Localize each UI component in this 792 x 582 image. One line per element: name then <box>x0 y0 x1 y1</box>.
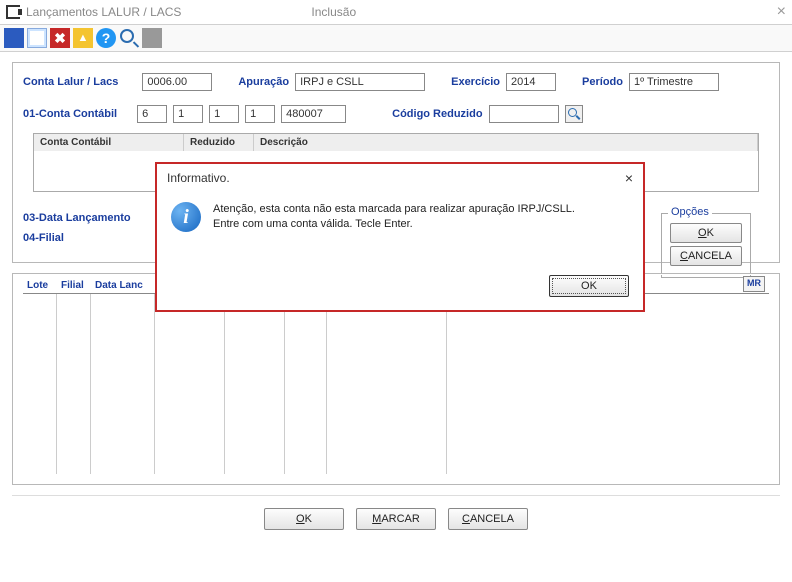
label-apuracao: Apuração <box>238 76 289 88</box>
modal-ok-button[interactable]: OK <box>549 275 629 297</box>
label-codigo-reduzido: Código Reduzido <box>392 108 482 120</box>
subhdr-reduzido: Reduzido <box>184 134 254 151</box>
field-cc-p2[interactable]: 1 <box>173 105 203 123</box>
grid-mr-button[interactable]: MR <box>743 276 765 292</box>
lookup-codigo-icon[interactable] <box>565 105 583 123</box>
field-periodo[interactable]: 1º Trimestre <box>629 73 719 91</box>
modal-line1: Atenção, esta conta não esta marcada par… <box>213 202 575 217</box>
field-cc-p3[interactable]: 1 <box>209 105 239 123</box>
field-apuracao[interactable]: IRPJ e CSLL <box>295 73 425 91</box>
field-exercicio[interactable]: 2014 <box>506 73 556 91</box>
window-title: Lançamentos LALUR / LACS <box>26 5 181 19</box>
label-conta-lalur: Conta Lalur / Lacs <box>23 76 118 88</box>
options-box: Opções OK CANCELA <box>661 213 751 278</box>
toolbar-search-icon[interactable] <box>119 28 139 48</box>
label-conta-contabil: 01-Conta Contábil <box>23 108 117 120</box>
field-conta-lalur[interactable]: 0006.00 <box>142 73 212 91</box>
label-exercicio: Exercício <box>451 76 500 88</box>
window-titlebar: Lançamentos LALUR / LACS Inclusão × <box>0 0 792 24</box>
toolbar: ✖ ▲ ? <box>0 24 792 52</box>
options-legend: Opções <box>668 206 712 218</box>
toolbar-app-icon[interactable] <box>4 28 24 48</box>
modal-line2: Entre com uma conta válida. Tecle Enter. <box>213 217 575 232</box>
subhdr-conta: Conta Contábil <box>34 134 184 151</box>
app-titlebar-icon <box>6 5 20 19</box>
bottom-button-bar: OK MARCAR CANCELA <box>12 495 780 542</box>
modal-title-text: Informativo. <box>167 171 230 185</box>
field-cc-p4[interactable]: 1 <box>245 105 275 123</box>
grid-hdr-lote: Lote <box>23 280 57 291</box>
toolbar-help-icon[interactable]: ? <box>96 28 116 48</box>
label-periodo: Período <box>582 76 623 88</box>
toolbar-error-icon[interactable]: ✖ <box>50 28 70 48</box>
grid-body[interactable] <box>23 294 769 474</box>
modal-informativo: Informativo. × i Atenção, esta conta não… <box>155 162 645 312</box>
info-icon: i <box>171 202 201 232</box>
options-ok-button[interactable]: OK <box>670 223 742 243</box>
bottom-ok-button[interactable]: OK <box>264 508 344 530</box>
close-icon[interactable]: × <box>777 3 786 21</box>
field-cc-p1[interactable]: 6 <box>137 105 167 123</box>
toolbar-page-icon[interactable] <box>27 28 47 48</box>
field-codigo-reduzido[interactable] <box>489 105 559 123</box>
modal-close-icon[interactable]: × <box>625 170 633 186</box>
bottom-marcar-button[interactable]: MARCAR <box>356 508 436 530</box>
field-cc-p5[interactable]: 480007 <box>281 105 346 123</box>
window-mode: Inclusão <box>311 5 356 19</box>
options-cancel-button[interactable]: CANCELA <box>670 246 742 266</box>
grid-hdr-datalanc: Data Lanc <box>91 280 155 291</box>
toolbar-misc-icon[interactable] <box>142 28 162 48</box>
toolbar-warning-icon[interactable]: ▲ <box>73 28 93 48</box>
subhdr-descricao: Descrição <box>254 134 758 151</box>
bottom-cancel-button[interactable]: CANCELA <box>448 508 528 530</box>
grid-hdr-filial: Filial <box>57 280 91 291</box>
